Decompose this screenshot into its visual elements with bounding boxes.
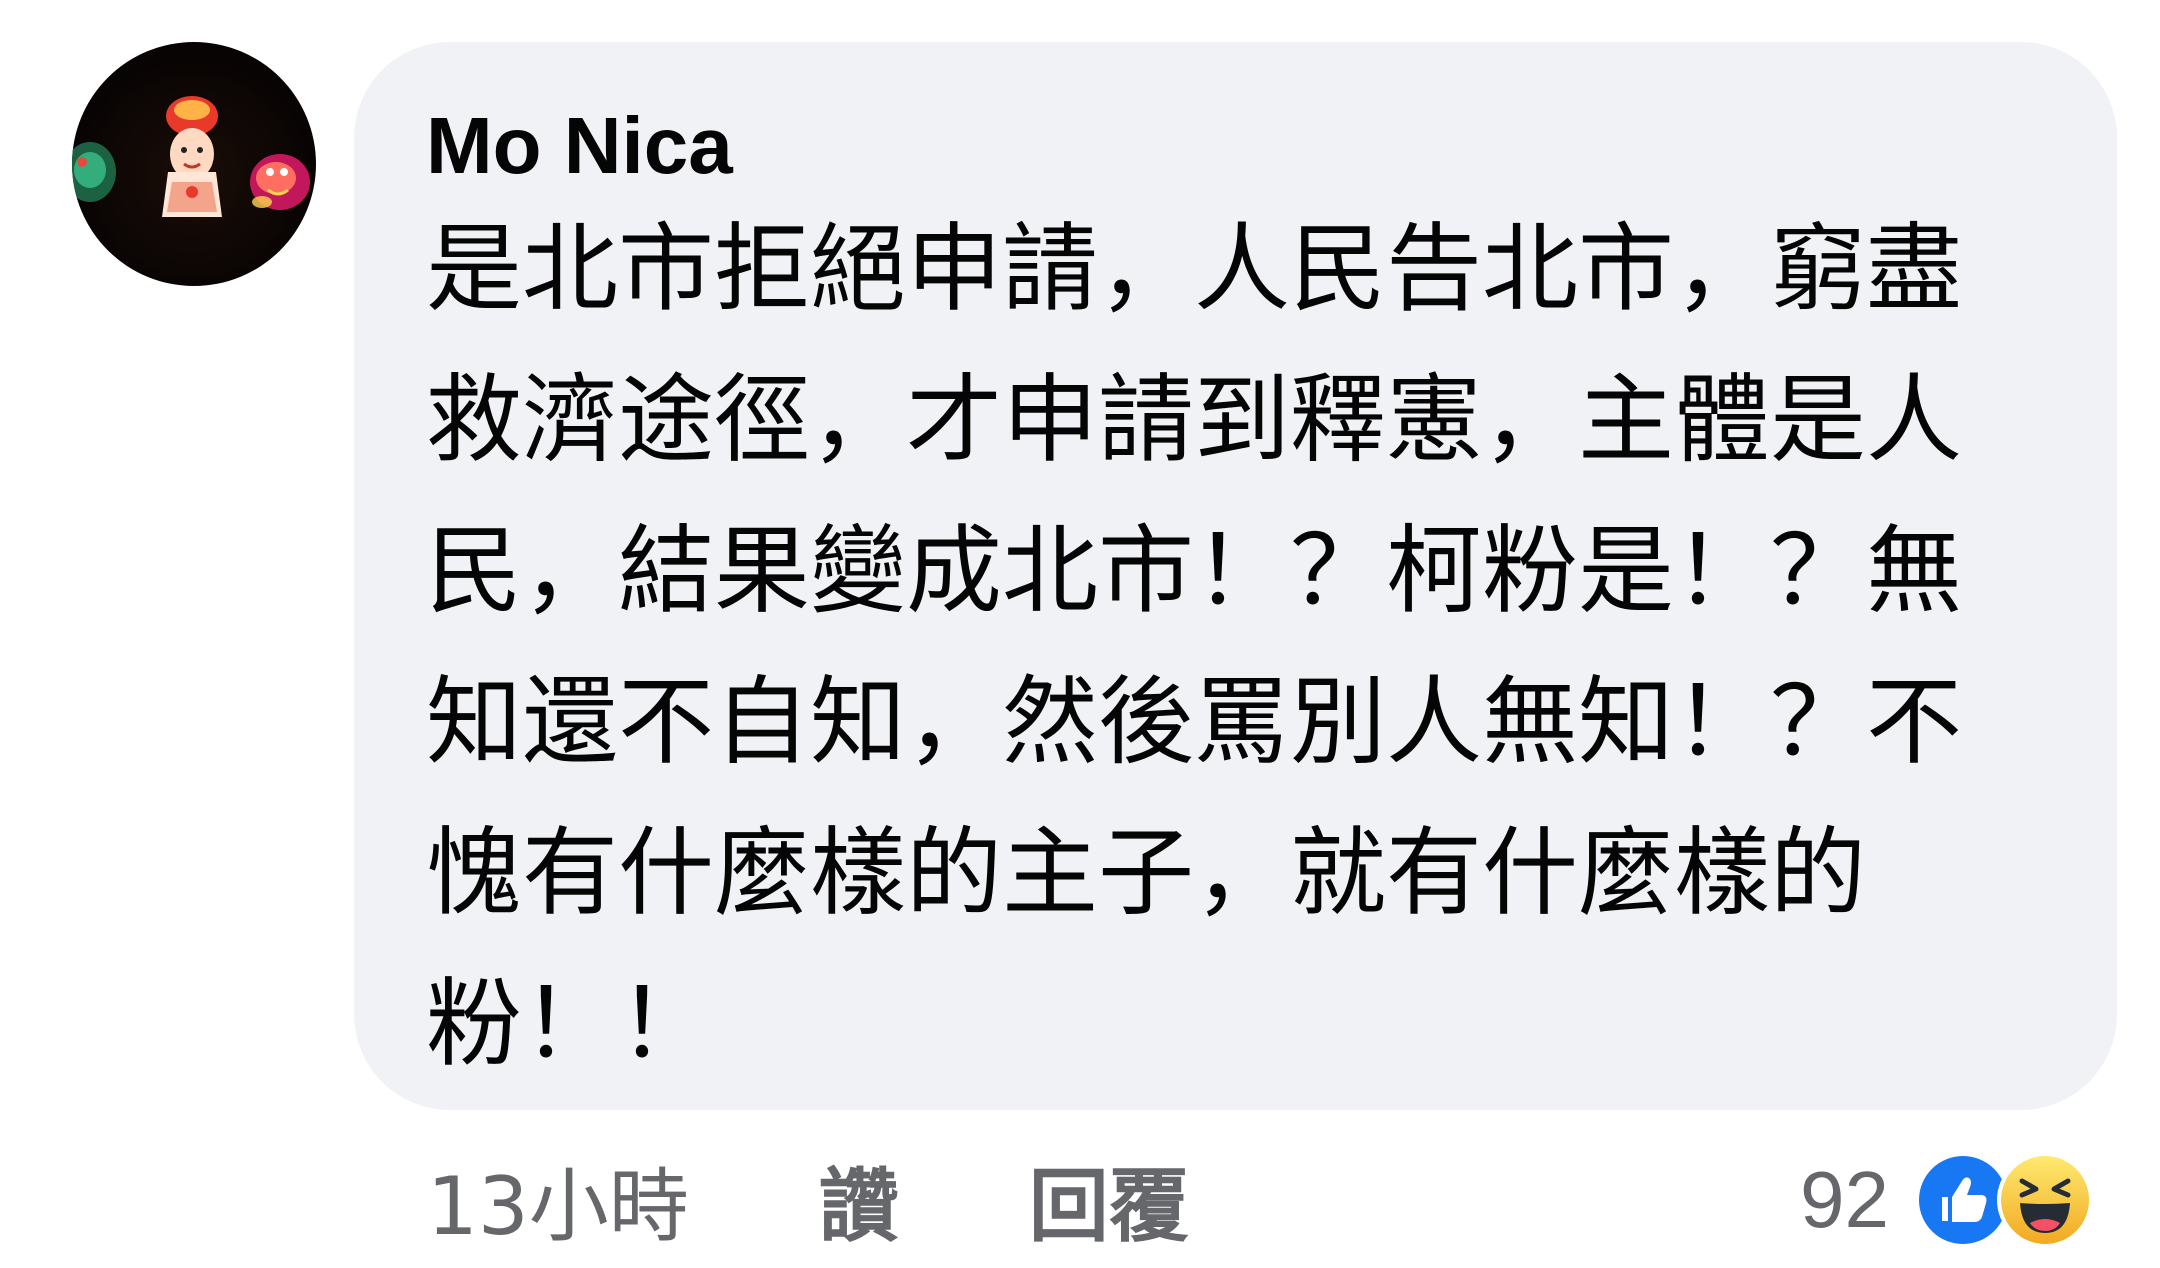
reaction-count: 92 — [1800, 1155, 1889, 1244]
avatar[interactable] — [72, 42, 316, 286]
comment-line: 救濟途徑，才申請到釋憲，主體是人 — [426, 364, 1962, 476]
comment-text: 是北市拒絕申請，人民告北市，窮盡 救濟途徑，才申請到釋憲，主體是人 民，結果變成… — [426, 194, 2106, 1100]
comment-line: 知還不自知，然後罵別人無知！？不 — [426, 666, 1962, 778]
comment-line: 民，結果變成北市！？柯粉是！？無 — [426, 515, 1962, 627]
avatar-lantern-image — [72, 96, 310, 217]
comment-bubble: Mo Nica 是北市拒絕申請，人民告北市，窮盡 救濟途徑，才申請到釋憲，主體是… — [354, 42, 2117, 1110]
reaction-summary[interactable]: 92 — [1800, 1140, 2093, 1260]
comment-actions: 13小時 讚 回覆 — [427, 1140, 1189, 1260]
haha-icon — [1996, 1152, 2093, 1248]
comment-timestamp[interactable]: 13小時 — [427, 1142, 689, 1258]
comment-line: 粉！！ — [426, 968, 714, 1080]
comment-author[interactable]: Mo Nica — [426, 96, 733, 196]
reply-button[interactable]: 回覆 — [1029, 1142, 1189, 1258]
like-button[interactable]: 讚 — [819, 1142, 899, 1258]
comment-line: 愧有什麼樣的主子，就有什麼樣的 — [426, 817, 1866, 929]
comment-line: 是北市拒絕申請，人民告北市，窮盡 — [426, 213, 1962, 325]
